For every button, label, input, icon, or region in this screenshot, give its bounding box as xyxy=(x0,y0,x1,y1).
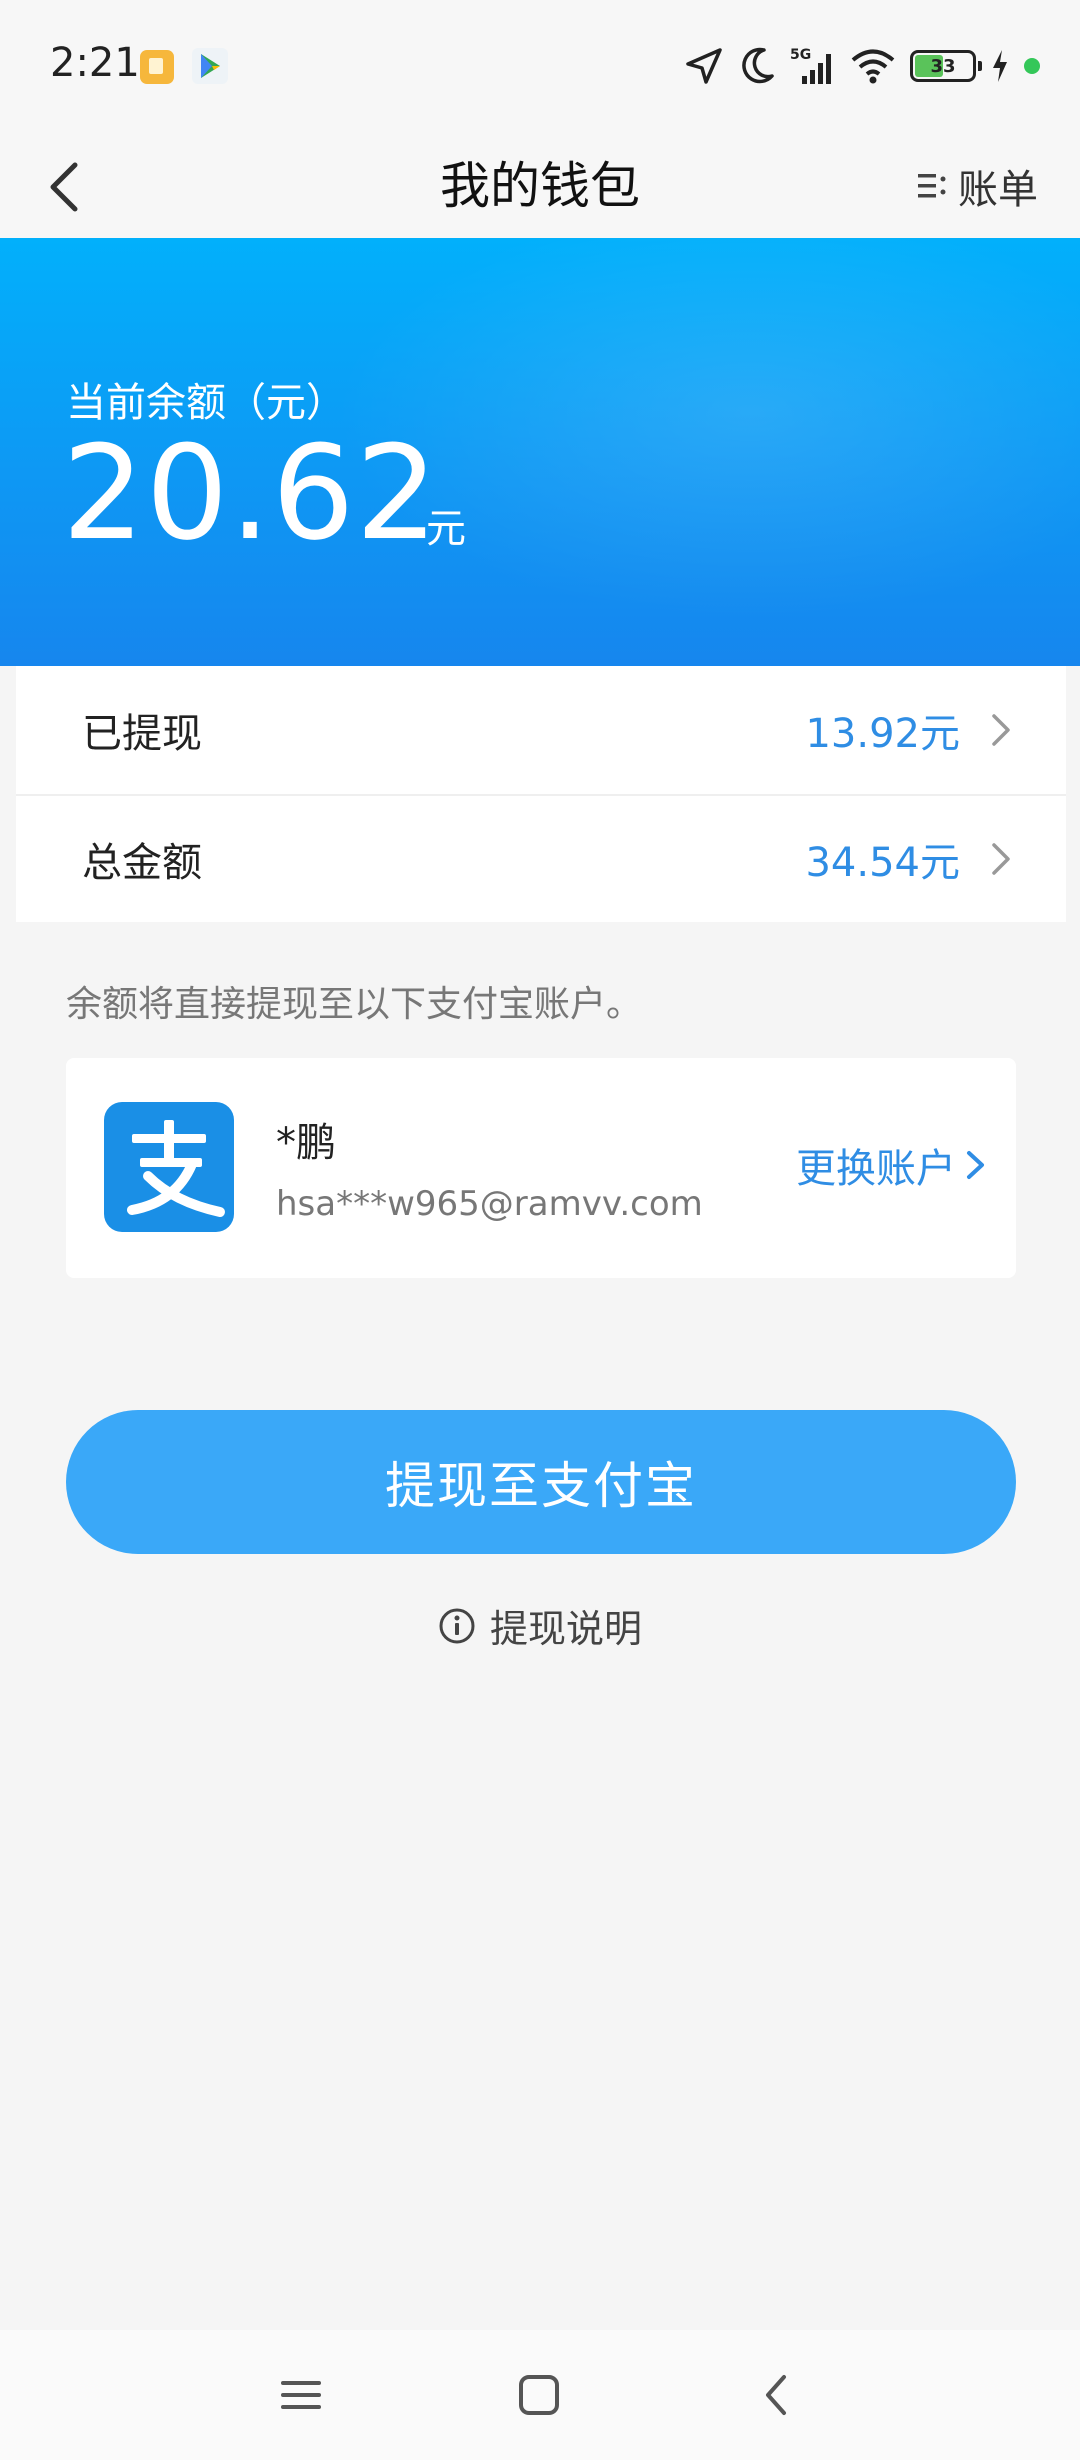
balance-banner: 当前余额（元） 20.62 元 xyxy=(0,238,1080,666)
home-button[interactable] xyxy=(504,2360,574,2430)
gallery-app-icon xyxy=(140,50,174,84)
menu-button[interactable] xyxy=(266,2360,336,2430)
withdraw-explain-link[interactable]: 提现说明 xyxy=(0,1598,1080,1653)
bill-button[interactable]: 账单 xyxy=(916,134,1038,238)
withdraw-explain-label: 提现说明 xyxy=(489,1607,642,1651)
withdrawn-value: 13.92元 xyxy=(805,711,960,757)
change-account-link[interactable]: 更换账户 xyxy=(796,1136,988,1194)
network-type: 5G xyxy=(790,47,811,63)
wifi-icon xyxy=(851,49,895,84)
nav-bar: 我的钱包 账单 xyxy=(0,134,1080,238)
active-dot-icon xyxy=(1024,58,1040,74)
home-icon xyxy=(519,2375,559,2415)
status-time: 2:21 xyxy=(50,40,140,86)
withdraw-to-alipay-button[interactable]: 提现至支付宝 xyxy=(66,1410,1016,1554)
total-value: 34.54元 xyxy=(805,840,960,886)
status-icons: 5G 33 xyxy=(684,44,1040,88)
system-back-button[interactable] xyxy=(742,2360,812,2430)
menu-icon xyxy=(281,2381,321,2409)
bill-label: 账单 xyxy=(958,167,1038,213)
location-icon xyxy=(686,48,722,84)
alipay-account-card: *鹏 hsa***w965@ramvv.com 更换账户 xyxy=(66,1058,1016,1278)
balance-amount: 20.62 xyxy=(62,417,440,569)
moon-icon xyxy=(742,47,774,84)
back-icon xyxy=(766,2375,786,2415)
account-email: hsa***w965@ramvv.com xyxy=(276,1184,703,1224)
withdraw-hint: 余额将直接提现至以下支付宝账户。 xyxy=(66,984,643,1025)
system-nav-bar xyxy=(0,2330,1080,2460)
status-bar: 2:21 5G 33 xyxy=(0,0,1080,134)
change-account-label: 更换账户 xyxy=(796,1146,956,1192)
charging-icon xyxy=(993,50,1007,82)
battery-icon: 33 xyxy=(910,50,982,82)
summary-list: 已提现 13.92元 总金额 34.54元 xyxy=(16,666,1066,922)
withdrawn-label: 已提现 xyxy=(82,711,202,757)
alipay-logo xyxy=(104,1102,234,1232)
total-label: 总金额 xyxy=(82,840,202,886)
play-store-icon xyxy=(192,48,228,84)
total-row[interactable]: 总金额 34.54元 xyxy=(16,794,1066,922)
account-name: *鹏 xyxy=(276,1120,336,1166)
chevron-right-icon xyxy=(967,1151,984,1179)
withdrawn-row[interactable]: 已提现 13.92元 xyxy=(16,666,1066,794)
chevron-right-icon xyxy=(992,843,1010,875)
chevron-right-icon xyxy=(992,714,1010,746)
info-icon xyxy=(439,1608,475,1643)
signal-icon: 5G xyxy=(790,47,831,84)
list-icon xyxy=(918,174,946,198)
balance-unit: 元 xyxy=(426,506,466,552)
battery-level: 33 xyxy=(930,55,956,77)
